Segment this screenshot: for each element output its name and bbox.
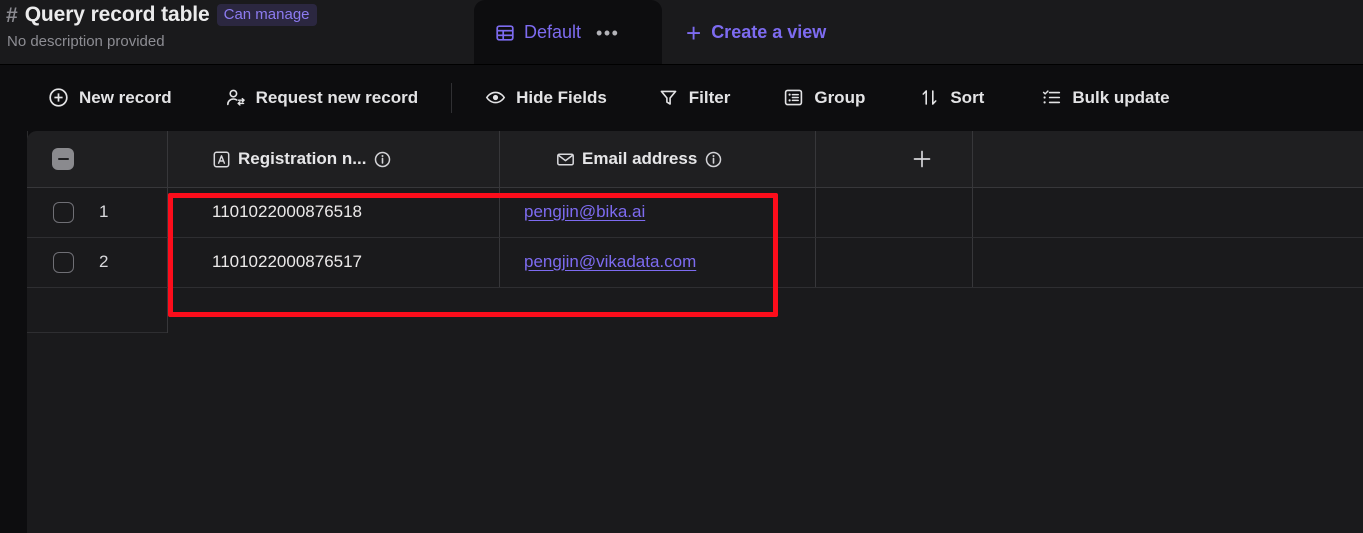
sort-button[interactable]: Sort [919,87,984,108]
indeterminate-checkbox-icon [57,157,69,161]
grid-col-divider [815,188,816,238]
group-list-icon [783,87,804,108]
grid-col-divider [815,238,816,288]
request-new-record-label: Request new record [255,87,419,107]
document-title-block: # Query record table Can manage No descr… [6,2,317,50]
select-all-checkbox[interactable] [52,148,74,170]
cell-email-link[interactable]: pengjin@bika.ai [524,202,645,222]
row-divider [27,332,167,333]
row-checkbox[interactable] [53,202,74,223]
column-header-registration[interactable]: Registration n... [212,131,391,187]
grid-col-divider [167,188,168,238]
cell-email-link[interactable]: pengjin@vikadata.com [524,252,696,272]
bulk-update-label: Bulk update [1072,87,1170,107]
top-bar: # Query record table Can manage No descr… [0,0,1363,65]
sort-label: Sort [950,87,985,107]
email-field-icon [556,150,575,169]
request-new-record-button[interactable]: Request new record [225,87,419,108]
view-tab-bar: Default ••• + Create a view [474,0,826,65]
eye-icon [485,87,506,108]
person-add-icon [225,87,246,108]
new-record-label: New record [79,87,172,107]
bulk-list-icon [1041,87,1062,108]
grid-header-row: Registration n... Email address [27,131,1363,188]
grid-toolbar: New record Request new record Hide Field… [0,65,1363,130]
new-record-button[interactable]: New record [48,87,172,108]
row-checkbox[interactable] [53,252,74,273]
plus-circle-icon [48,87,69,108]
hash-icon: # [6,3,18,27]
grid-col-divider [167,131,168,187]
tab-default[interactable]: Default ••• [474,0,662,65]
app-root: # Query record table Can manage No descr… [0,0,1363,533]
column-header-email-label: Email address [582,149,698,168]
grid-col-divider [815,131,816,187]
grid-col-divider [972,131,973,187]
tab-default-label: Default [524,22,582,42]
create-view-button[interactable]: + Create a view [686,0,826,65]
group-button[interactable]: Group [783,87,865,108]
bulk-update-button[interactable]: Bulk update [1041,87,1170,108]
info-icon[interactable] [705,151,722,168]
cell-registration[interactable]: 1101022000876518 [212,202,362,222]
grid-col-divider [972,188,973,238]
toolbar-divider [451,82,453,113]
grid-col-divider [499,188,500,238]
sort-arrows-icon [919,87,940,108]
document-description: No description provided [7,33,165,50]
add-row-strip[interactable] [27,288,1363,333]
grid-col-divider [167,238,168,288]
filter-label: Filter [688,87,731,107]
funnel-icon [658,87,679,108]
create-view-label: Create a view [711,22,827,42]
cell-registration[interactable]: 1101022000876517 [212,252,362,272]
plus-icon [913,150,930,168]
page-title: Query record table [24,3,210,26]
text-field-icon [212,150,231,169]
info-icon[interactable] [374,151,391,168]
hide-fields-button[interactable]: Hide Fields [485,87,607,108]
row-number: 2 [99,252,109,271]
permission-badge: Can manage [216,4,317,26]
tab-more-icon[interactable]: ••• [596,24,619,42]
table-row[interactable]: 1 1101022000876518 pengjin@bika.ai [27,188,1363,238]
hide-fields-label: Hide Fields [516,87,607,107]
column-header-email[interactable]: Email address [556,131,722,187]
grid-col-divider [972,238,973,288]
add-column-button[interactable] [843,131,1000,187]
row-number: 1 [99,202,109,221]
grid-col-divider [499,131,500,187]
group-label: Group [814,87,866,107]
column-header-registration-label: Registration n... [238,149,367,168]
grid-table-icon [494,22,515,43]
grid-col-divider [499,238,500,288]
filter-button[interactable]: Filter [658,87,731,108]
record-grid: Registration n... Email address 1 110102… [27,131,1363,533]
table-row[interactable]: 2 1101022000876517 pengjin@vikadata.com [27,238,1363,288]
plus-icon: + [686,17,702,48]
grid-col-divider [167,288,168,333]
